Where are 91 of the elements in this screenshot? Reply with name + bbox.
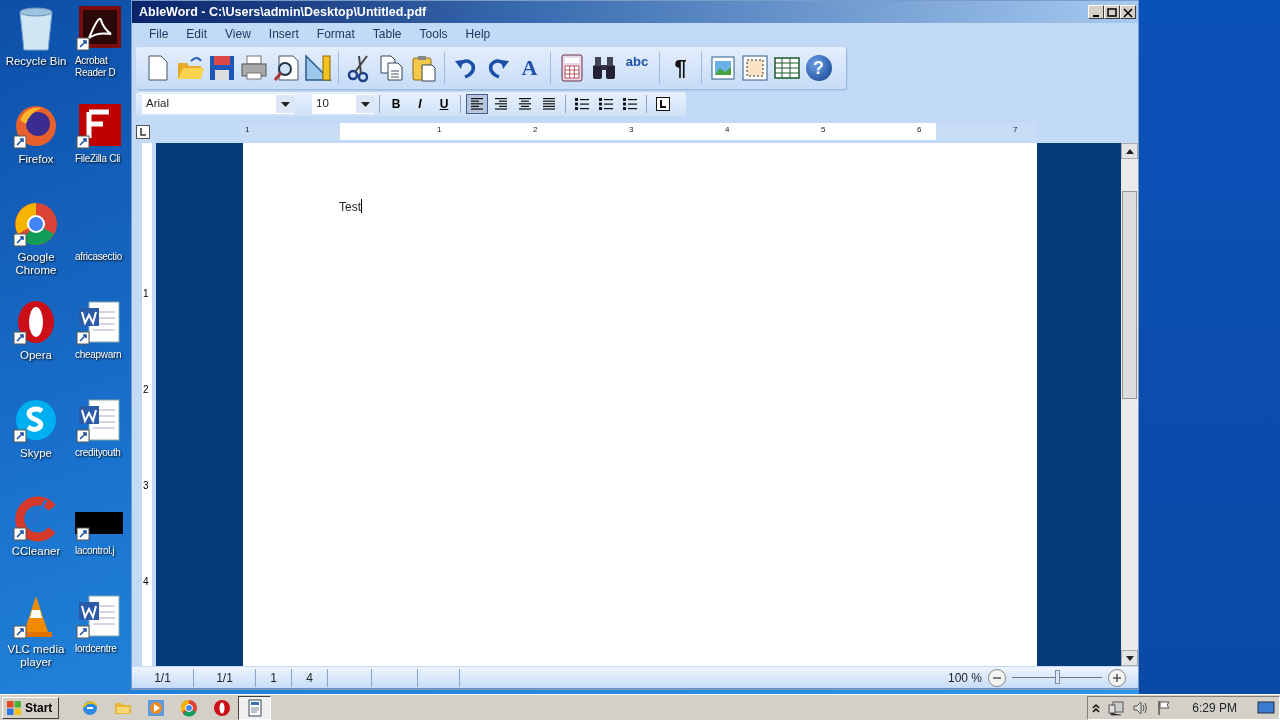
align-center-icon[interactable] <box>519 98 531 110</box>
ruler-number: 3 <box>143 481 149 491</box>
chrome-icon[interactable] <box>12 200 60 248</box>
icon-label[interactable]: FileZilla Cli <box>75 153 130 165</box>
zoom-percentage: 100 % <box>947 669 982 687</box>
icon-label[interactable]: Opera <box>20 349 52 362</box>
icon-label[interactable]: Skype <box>20 447 52 460</box>
status-field: 4 <box>292 668 328 687</box>
dropdown-caret-icon[interactable] <box>280 101 290 107</box>
menu-item[interactable]: File <box>140 25 178 43</box>
ruler-number: 3 <box>629 123 634 136</box>
window-title: AbleWord - C:\Users\admin\Desktop\Untitled.pdf <box>139 3 427 21</box>
zoom-out-button[interactable] <box>988 668 1006 687</box>
ruler-number: 5 <box>821 123 826 136</box>
menu-item[interactable]: Edit <box>177 25 217 43</box>
text-cursor <box>361 199 362 213</box>
ruler-number: 1 <box>437 123 442 136</box>
network-icon[interactable] <box>1108 699 1125 716</box>
icon-label[interactable]: africasectio <box>75 251 130 263</box>
icon-label[interactable]: Firefox <box>18 153 54 166</box>
icon-label[interactable]: CCleaner <box>11 545 61 558</box>
chevron-icon[interactable] <box>1092 702 1101 713</box>
icon-label[interactable]: Acrobat Reader D <box>75 55 130 79</box>
frame-icon[interactable] <box>739 53 770 83</box>
menu-item[interactable]: Tools <box>410 25 457 43</box>
start-button[interactable]: Start <box>2 696 60 719</box>
align-left-icon[interactable] <box>471 98 483 110</box>
icon-label[interactable]: lordcentre <box>75 643 130 655</box>
ruler-number: 2 <box>143 385 149 395</box>
document-text: Test <box>339 200 361 214</box>
ruler-number: 6 <box>917 123 922 136</box>
zoom-in-button[interactable] <box>1108 668 1126 687</box>
printer-icon[interactable] <box>238 53 269 83</box>
ruler-number: 1 <box>245 123 250 136</box>
bold-button[interactable]: B <box>385 94 407 114</box>
paragraph-marks-button[interactable]: ¶ <box>665 51 696 85</box>
status-field: 1/1 <box>194 668 256 687</box>
document-icon[interactable] <box>75 396 123 444</box>
chrome-icon[interactable] <box>179 698 198 717</box>
icon-label[interactable]: cheapwarn <box>75 349 130 361</box>
icon-label[interactable]: Google Chrome <box>0 251 72 277</box>
icon-label[interactable]: lacontrol.j <box>75 545 130 557</box>
menu-item[interactable]: Insert <box>259 25 308 43</box>
browser-e-icon[interactable] <box>80 698 99 717</box>
menu-item[interactable]: Table <box>363 25 411 43</box>
flag-icon[interactable] <box>1156 699 1173 716</box>
underline-button[interactable]: U <box>433 94 455 114</box>
document-icon[interactable] <box>75 592 123 640</box>
menu-item[interactable]: Help <box>456 25 500 43</box>
windows-logo-icon <box>6 699 22 716</box>
spellcheck-button[interactable]: abc <box>620 51 654 85</box>
scroll-up-icon[interactable] <box>1125 148 1134 154</box>
icon-label[interactable]: VLC media player <box>0 643 72 669</box>
filezilla-icon[interactable] <box>75 102 123 150</box>
ruler-number: 1 <box>143 289 149 299</box>
icon-label[interactable]: credityouth <box>75 447 130 459</box>
menu-item[interactable]: View <box>216 25 260 43</box>
tab-stop-icon[interactable] <box>656 97 670 111</box>
scrollbar-thumb[interactable] <box>1122 191 1137 399</box>
bullet-list-icon[interactable] <box>599 97 613 111</box>
clock[interactable]: 6:29 PM <box>1192 698 1237 717</box>
status-field: 1/1 <box>132 668 194 687</box>
numbered-list-icon[interactable] <box>575 97 589 111</box>
play-icon[interactable] <box>146 698 165 717</box>
document-icon[interactable] <box>245 698 264 717</box>
dropdown-caret-icon[interactable] <box>360 101 370 107</box>
pdf-icon[interactable] <box>75 4 123 52</box>
speaker-icon[interactable] <box>1132 699 1149 716</box>
font-name-dropdown[interactable]: Arial <box>142 94 294 114</box>
ruler-number: 4 <box>725 123 730 136</box>
icon-label[interactable]: Recycle Bin <box>5 55 67 68</box>
show-desktop-icon[interactable] <box>1257 700 1275 715</box>
multilevel-list-icon[interactable] <box>623 97 637 111</box>
tab-type-icon[interactable] <box>136 124 150 139</box>
align-right-icon[interactable] <box>495 98 507 110</box>
font-button[interactable]: A <box>514 51 545 85</box>
ruler-number: 2 <box>533 123 538 136</box>
font-size-dropdown[interactable]: 10 <box>312 94 374 114</box>
scroll-down-icon[interactable] <box>1125 655 1134 661</box>
opera-icon[interactable] <box>212 698 231 717</box>
italic-button[interactable]: I <box>409 94 431 114</box>
document-icon[interactable] <box>75 298 123 346</box>
menu-item[interactable]: Format <box>307 25 364 43</box>
set-square-ruler-icon[interactable] <box>302 53 333 83</box>
vertical-scrollbar[interactable] <box>1121 143 1138 666</box>
zoom-slider-thumb[interactable] <box>1055 670 1060 684</box>
justify-icon[interactable] <box>543 98 555 110</box>
ruler-number: 7 <box>1013 123 1018 136</box>
plus-icon[interactable] <box>1112 672 1122 683</box>
ruler-number: 4 <box>143 577 149 587</box>
status-field: 1 <box>256 668 292 687</box>
